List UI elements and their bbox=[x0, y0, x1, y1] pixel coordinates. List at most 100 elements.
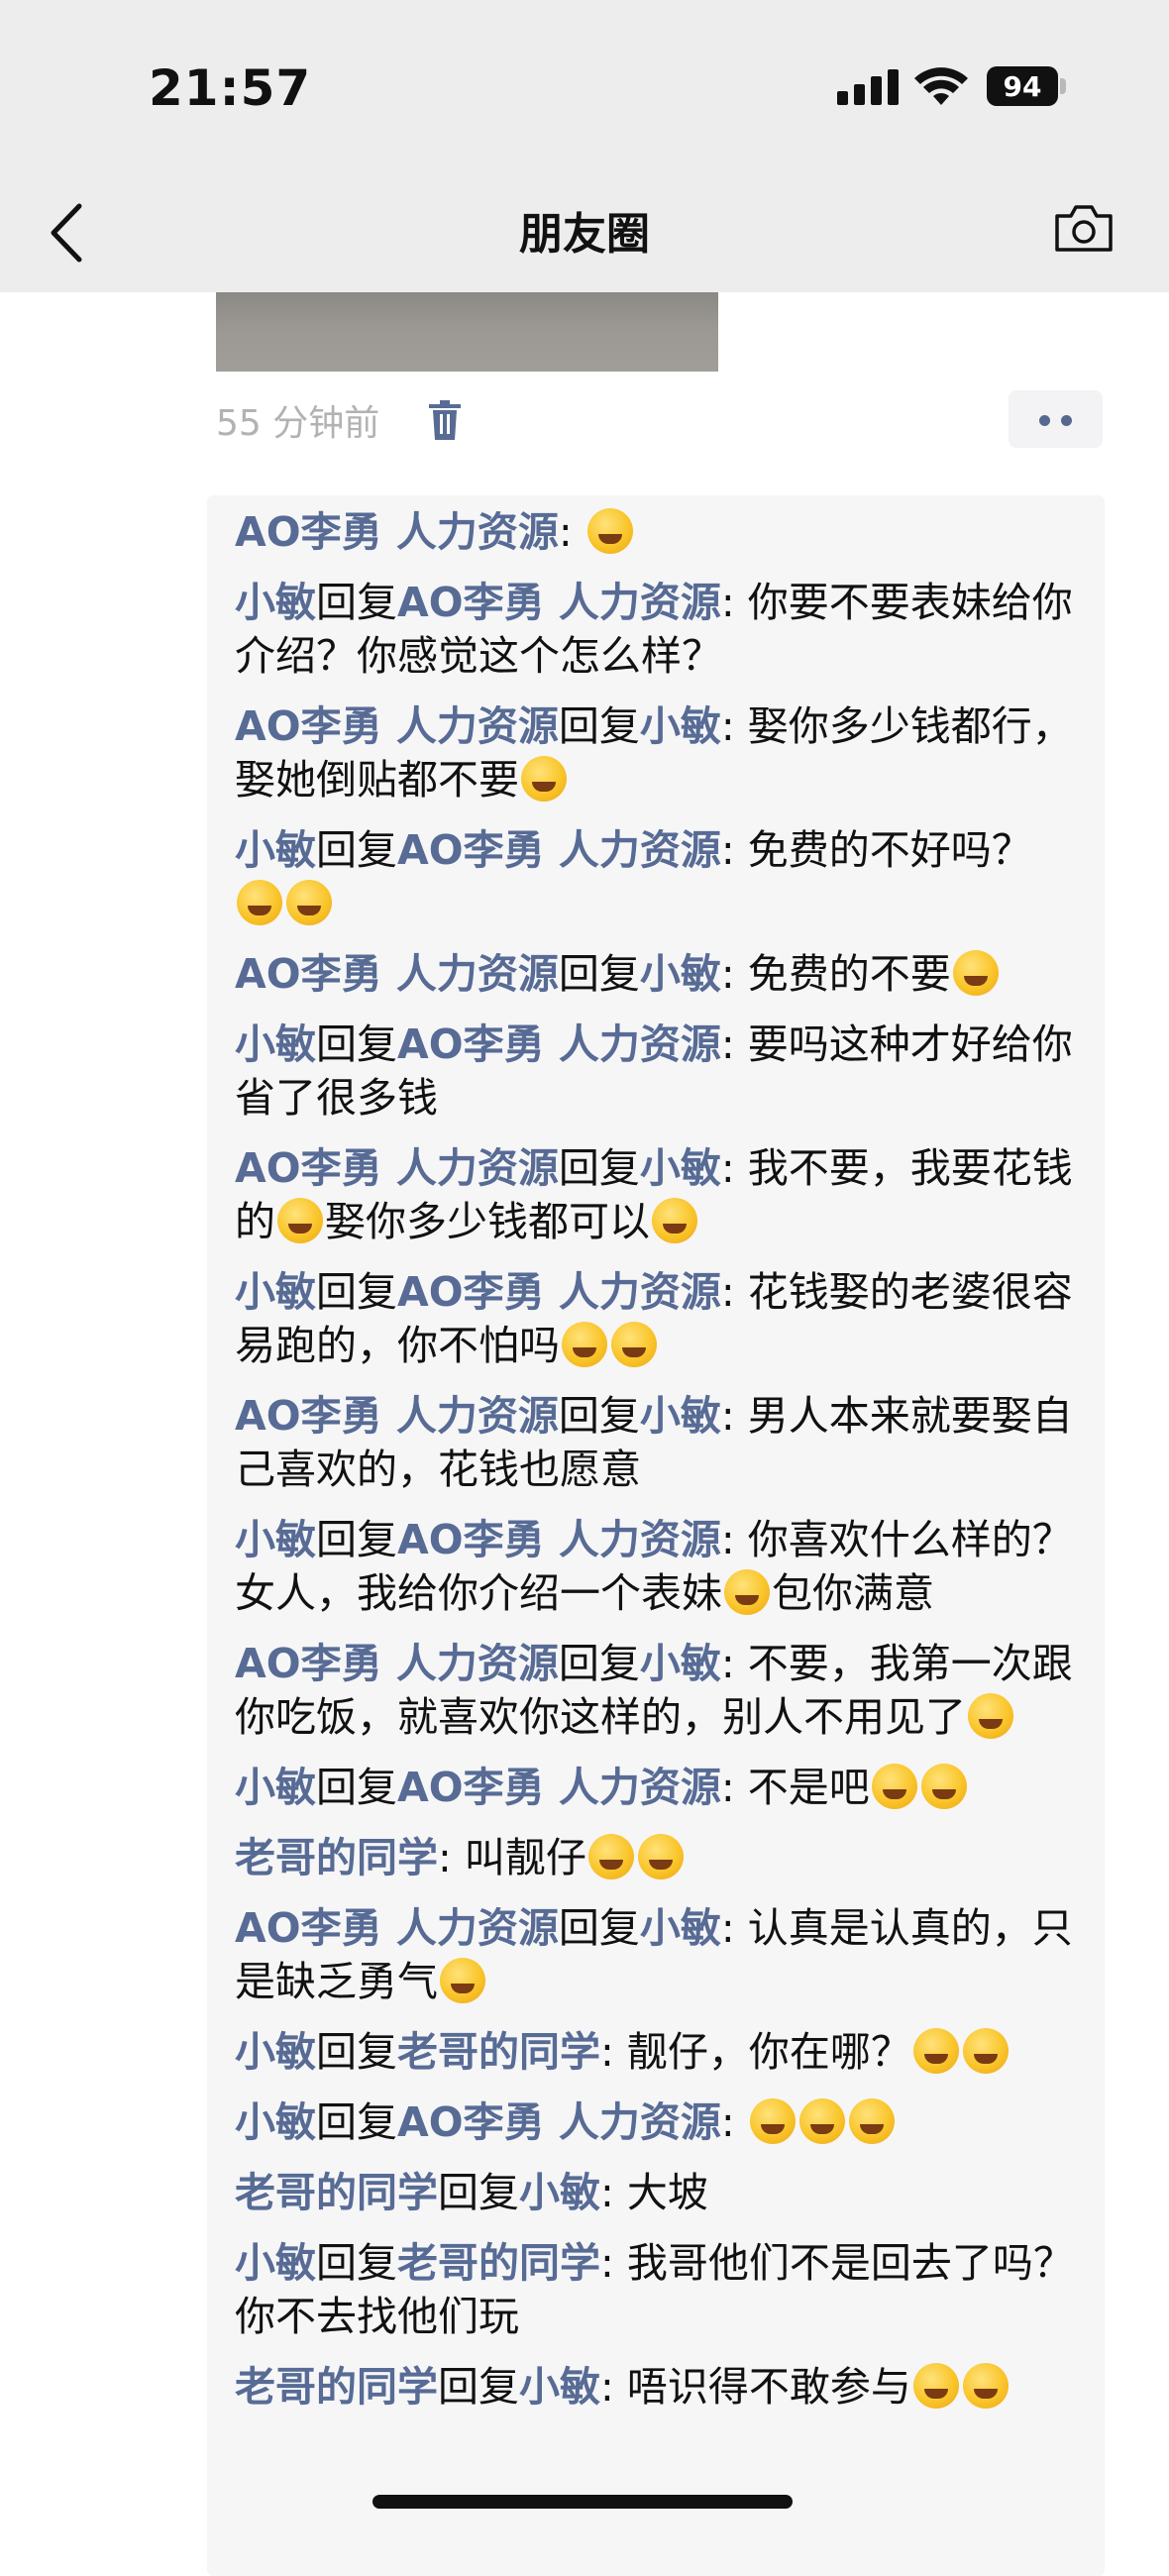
more-dots-icon[interactable] bbox=[1009, 390, 1103, 448]
comment-colon: : bbox=[720, 2098, 748, 2146]
comment-reply-to[interactable]: 小敏 bbox=[640, 950, 721, 998]
comment-author[interactable]: AO李勇 人力资源 bbox=[235, 1392, 559, 1440]
comment-item[interactable]: 老哥的同学回复小敏: 大坡 bbox=[235, 2166, 1081, 2219]
comment-reply-to[interactable]: AO李勇 人力资源 bbox=[397, 1020, 721, 1068]
dot bbox=[1039, 415, 1050, 426]
comment-item[interactable]: AO李勇 人力资源回复小敏: 男人本来就要娶自己喜欢的，花钱也愿意 bbox=[235, 1389, 1081, 1496]
comment-item[interactable]: 小敏回复老哥的同学: 靓仔，你在哪？ bbox=[235, 2025, 1081, 2079]
comment-author[interactable]: 老哥的同学 bbox=[235, 2169, 438, 2216]
home-indicator[interactable] bbox=[372, 2495, 793, 2509]
comment-text: 免费的不好吗？ bbox=[747, 826, 1032, 874]
comment-reply-to[interactable]: 小敏 bbox=[640, 1904, 721, 1952]
comment-colon: : bbox=[720, 826, 748, 874]
laugh-emoji-icon bbox=[848, 2098, 895, 2144]
comment-reply-to[interactable]: 小敏 bbox=[640, 1640, 721, 1687]
comment-reply-to[interactable]: 老哥的同学 bbox=[397, 2028, 600, 2076]
reply-word: 回复 bbox=[316, 1764, 397, 1811]
comment-item[interactable]: 小敏回复AO李勇 人力资源: 要吗这种才好给你省了很多钱 bbox=[235, 1018, 1081, 1125]
comment-text: 唔识得不敢参与 bbox=[626, 2363, 911, 2411]
comment-author[interactable]: AO李勇 人力资源 bbox=[235, 1144, 559, 1192]
comment-colon: : bbox=[600, 2239, 627, 2287]
comment-colon: : bbox=[720, 1640, 748, 1687]
reply-word: 回复 bbox=[558, 702, 640, 750]
comment-author[interactable]: 小敏 bbox=[235, 1764, 316, 1811]
battery-icon: 94 bbox=[987, 66, 1066, 106]
status-time: 21:57 bbox=[149, 59, 312, 117]
comment-item[interactable]: 老哥的同学: 叫靓仔 bbox=[235, 1831, 1081, 1884]
comment-author[interactable]: AO李勇 人力资源 bbox=[235, 508, 559, 556]
comment-text: 大坡 bbox=[626, 2169, 708, 2216]
reply-word: 回复 bbox=[558, 950, 640, 998]
post-meta: 55 分钟前 bbox=[216, 390, 1108, 448]
laugh-emoji-icon bbox=[277, 1198, 323, 1243]
comment-author[interactable]: AO李勇 人力资源 bbox=[235, 1640, 559, 1687]
comment-item[interactable]: 小敏回复AO李勇 人力资源: 不是吧 bbox=[235, 1761, 1081, 1814]
trash-icon[interactable] bbox=[428, 400, 462, 440]
comment-text: 靓仔，你在哪？ bbox=[626, 2028, 911, 2076]
laugh-emoji-icon bbox=[968, 1693, 1013, 1739]
comment-reply-to[interactable]: 小敏 bbox=[640, 702, 721, 750]
comment-item[interactable]: AO李勇 人力资源回复小敏: 娶你多少钱都行，娶她倒贴都不要 bbox=[235, 699, 1081, 806]
laugh-emoji-icon bbox=[962, 2363, 1009, 2409]
comment-text: 叫靓仔 bbox=[464, 1834, 586, 1881]
comment-author[interactable]: 小敏 bbox=[235, 826, 316, 874]
comment-reply-to[interactable]: AO李勇 人力资源 bbox=[397, 1764, 721, 1811]
laugh-emoji-icon bbox=[586, 508, 633, 554]
laugh-emoji-icon bbox=[562, 1322, 607, 1367]
comment-reply-to[interactable]: AO李勇 人力资源 bbox=[397, 1516, 721, 1563]
laugh-emoji-icon bbox=[724, 1569, 770, 1615]
comment-author[interactable]: AO李勇 人力资源 bbox=[235, 950, 559, 998]
comment-author[interactable]: 小敏 bbox=[235, 1020, 316, 1068]
comment-author[interactable]: 老哥的同学 bbox=[235, 1834, 438, 1881]
comment-author[interactable]: 小敏 bbox=[235, 2098, 316, 2146]
comment-item[interactable]: AO李勇 人力资源回复小敏: 不要，我第一次跟你吃饭，就喜欢你这样的，别人不用见… bbox=[235, 1637, 1081, 1744]
comment-colon: : bbox=[600, 2169, 627, 2216]
comment-item[interactable]: AO李勇 人力资源回复小敏: 我不要，我要花钱的 娶你多少钱都可以 bbox=[235, 1141, 1081, 1248]
comment-item[interactable]: 老哥的同学回复小敏: 唔识得不敢参与 bbox=[235, 2360, 1081, 2414]
laugh-emoji-icon bbox=[286, 880, 332, 925]
laugh-emoji-icon bbox=[652, 1198, 697, 1243]
laugh-emoji-icon bbox=[920, 1764, 967, 1809]
reply-word: 回复 bbox=[316, 579, 397, 626]
comment-reply-to[interactable]: 小敏 bbox=[640, 1144, 721, 1192]
comment-reply-to[interactable]: AO李勇 人力资源 bbox=[397, 826, 721, 874]
comment-author[interactable]: 老哥的同学 bbox=[235, 2363, 438, 2411]
comment-reply-to[interactable]: 小敏 bbox=[519, 2169, 600, 2216]
comment-colon: : bbox=[720, 1268, 748, 1316]
comment-item[interactable]: AO李勇 人力资源: bbox=[235, 505, 1081, 559]
laugh-emoji-icon bbox=[962, 2028, 1009, 2074]
comment-item[interactable]: AO李勇 人力资源回复小敏: 认真是认真的，只是缺乏勇气 bbox=[235, 1901, 1081, 2008]
nav-bar: 朋友圈 bbox=[0, 178, 1169, 292]
comment-author[interactable]: 小敏 bbox=[235, 1516, 316, 1563]
comment-item[interactable]: AO李勇 人力资源回复小敏: 免费的不要 bbox=[235, 947, 1081, 1001]
comment-author[interactable]: 小敏 bbox=[235, 2239, 316, 2287]
comment-item[interactable]: 小敏回复老哥的同学: 我哥他们不是回去了吗？你不去找他们玩 bbox=[235, 2236, 1081, 2343]
comment-item[interactable]: 小敏回复AO李勇 人力资源: 你要不要表妹给你介绍？你感觉这个怎么样？ bbox=[235, 576, 1081, 683]
comment-author[interactable]: AO李勇 人力资源 bbox=[235, 1904, 559, 1952]
comment-item[interactable]: 小敏回复AO李勇 人力资源: bbox=[235, 2095, 1081, 2149]
comment-reply-to[interactable]: AO李勇 人力资源 bbox=[397, 579, 721, 626]
comment-author[interactable]: 小敏 bbox=[235, 579, 316, 626]
laugh-emoji-icon bbox=[637, 1834, 684, 1879]
laugh-emoji-icon bbox=[912, 2363, 959, 2409]
post-photo[interactable] bbox=[216, 292, 718, 372]
comment-reply-to[interactable]: 小敏 bbox=[519, 2363, 600, 2411]
comment-reply-to[interactable]: AO李勇 人力资源 bbox=[397, 1268, 721, 1316]
comment-reply-to[interactable]: AO李勇 人力资源 bbox=[397, 2098, 721, 2146]
camera-icon[interactable] bbox=[1053, 202, 1115, 254]
page-title: 朋友圈 bbox=[519, 209, 650, 260]
comment-author[interactable]: AO李勇 人力资源 bbox=[235, 702, 559, 750]
comment-colon: : bbox=[600, 2363, 627, 2411]
dot bbox=[1061, 415, 1072, 426]
reply-word: 回复 bbox=[316, 1268, 397, 1316]
comment-author[interactable]: 小敏 bbox=[235, 1268, 316, 1316]
comment-author[interactable]: 小敏 bbox=[235, 2028, 316, 2076]
comment-item[interactable]: 小敏回复AO李勇 人力资源: 花钱娶的老婆很容易跑的，你不怕吗 bbox=[235, 1265, 1081, 1372]
comment-reply-to[interactable]: 老哥的同学 bbox=[397, 2239, 600, 2287]
comment-text: 不是吧 bbox=[747, 1764, 870, 1811]
laugh-emoji-icon bbox=[587, 1834, 634, 1879]
reply-word: 回复 bbox=[316, 2098, 397, 2146]
comment-item[interactable]: 小敏回复AO李勇 人力资源: 免费的不好吗？ bbox=[235, 823, 1081, 930]
comment-reply-to[interactable]: 小敏 bbox=[640, 1392, 721, 1440]
comment-item[interactable]: 小敏回复AO李勇 人力资源: 你喜欢什么样的？女人，我给你介绍一个表妹 包你满意 bbox=[235, 1513, 1081, 1620]
